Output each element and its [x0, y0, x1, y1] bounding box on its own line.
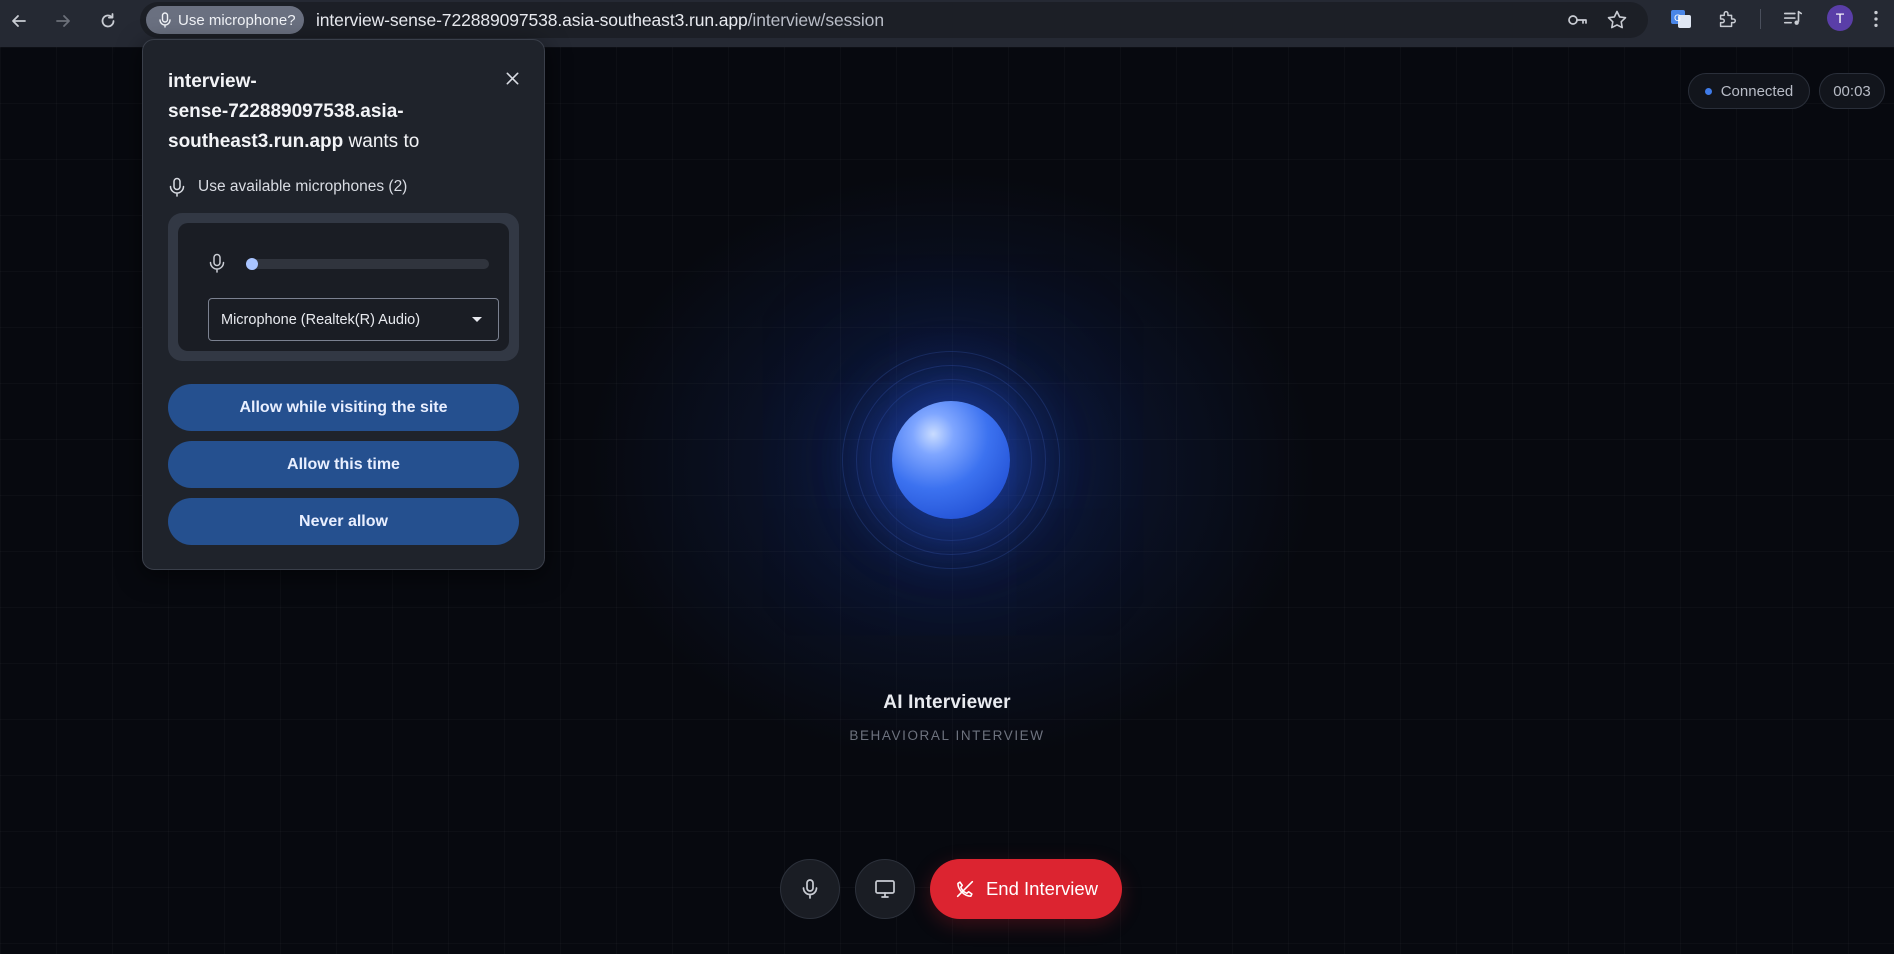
permission-chip[interactable]: Use microphone? — [146, 6, 304, 34]
password-key-icon[interactable] — [1566, 9, 1588, 31]
close-icon — [506, 72, 518, 84]
wants-to-text: wants to — [343, 131, 420, 152]
google-translate-icon[interactable]: G — [1668, 6, 1694, 32]
microphone-device-select[interactable]: Microphone (Realtek(R) Audio) — [208, 298, 499, 341]
address-bar[interactable]: Use microphone? interview-sense-72288909… — [140, 2, 1648, 38]
site-name-line2: sense-722889097538.asia- — [168, 101, 404, 122]
permission-request-row: Use available microphones (2) — [168, 177, 407, 197]
microphone-icon — [802, 879, 818, 899]
end-interview-label: End Interview — [985, 878, 1099, 899]
monitor-icon — [875, 880, 895, 898]
permission-chip-label: Use microphone? — [178, 11, 296, 29]
site-name-line3: southeast3.run.app — [168, 131, 344, 152]
connection-status-badge: Connected — [1688, 73, 1810, 109]
phone-off-icon — [956, 880, 974, 898]
reload-icon — [101, 13, 115, 28]
connection-status-label: Connected — [1720, 82, 1794, 100]
close-popup-button[interactable] — [498, 64, 526, 92]
timer-value: 00:03 — [1833, 82, 1871, 100]
forward-arrow-icon — [56, 15, 70, 27]
microphone-preview-panel: Microphone (Realtek(R) Audio) — [168, 213, 519, 361]
never-allow-button[interactable]: Never allow — [168, 498, 519, 545]
back-arrow-icon — [12, 15, 26, 27]
url-text: interview-sense-722889097538.asia-southe… — [316, 10, 884, 31]
microphone-icon — [169, 177, 185, 197]
interviewer-title: AI Interviewer — [883, 692, 1011, 713]
browser-menu-icon[interactable] — [1863, 6, 1889, 32]
url-host: interview-sense-722889097538.asia-southe… — [316, 10, 748, 30]
screen-share-button[interactable] — [855, 859, 915, 919]
allow-while-visiting-button[interactable]: Allow while visiting the site — [168, 384, 519, 431]
permission-label: Use available microphones (2) — [198, 178, 408, 195]
media-controls-icon[interactable] — [1780, 6, 1806, 32]
extensions-puzzle-icon[interactable] — [1714, 6, 1740, 32]
reload-button[interactable] — [93, 6, 123, 36]
forward-button[interactable] — [48, 6, 78, 36]
mic-toggle-button[interactable] — [780, 859, 840, 919]
ai-voice-orb — [842, 351, 1060, 569]
status-dot — [1704, 87, 1712, 95]
allow-this-time-button[interactable]: Allow this time — [168, 441, 519, 488]
session-timer: 00:03 — [1819, 73, 1885, 109]
orb-sphere — [892, 401, 1010, 519]
site-name-line1: interview- — [168, 71, 257, 92]
toolbar-divider — [1760, 9, 1761, 29]
svg-text:G: G — [1674, 14, 1681, 24]
microphone-permission-popup: interview- sense-722889097538.asia- sout… — [142, 39, 545, 570]
mic-level-indicator — [246, 258, 258, 270]
back-button[interactable] — [4, 6, 34, 36]
bookmark-star-icon[interactable] — [1606, 9, 1628, 31]
microphone-icon — [159, 12, 171, 28]
chevron-down-icon — [472, 317, 482, 322]
microphone-preview-inner: Microphone (Realtek(R) Audio) — [178, 223, 509, 351]
popup-title: interview- sense-722889097538.asia- sout… — [168, 67, 488, 157]
url-path: /interview/session — [747, 10, 884, 30]
end-interview-button[interactable]: End Interview — [930, 859, 1122, 919]
mic-level-meter — [246, 258, 489, 270]
interview-type-label: BEHAVIORAL INTERVIEW — [849, 728, 1045, 743]
microphone-icon — [209, 253, 225, 273]
profile-avatar[interactable]: T — [1827, 5, 1853, 31]
selected-device-label: Microphone (Realtek(R) Audio) — [221, 311, 421, 328]
